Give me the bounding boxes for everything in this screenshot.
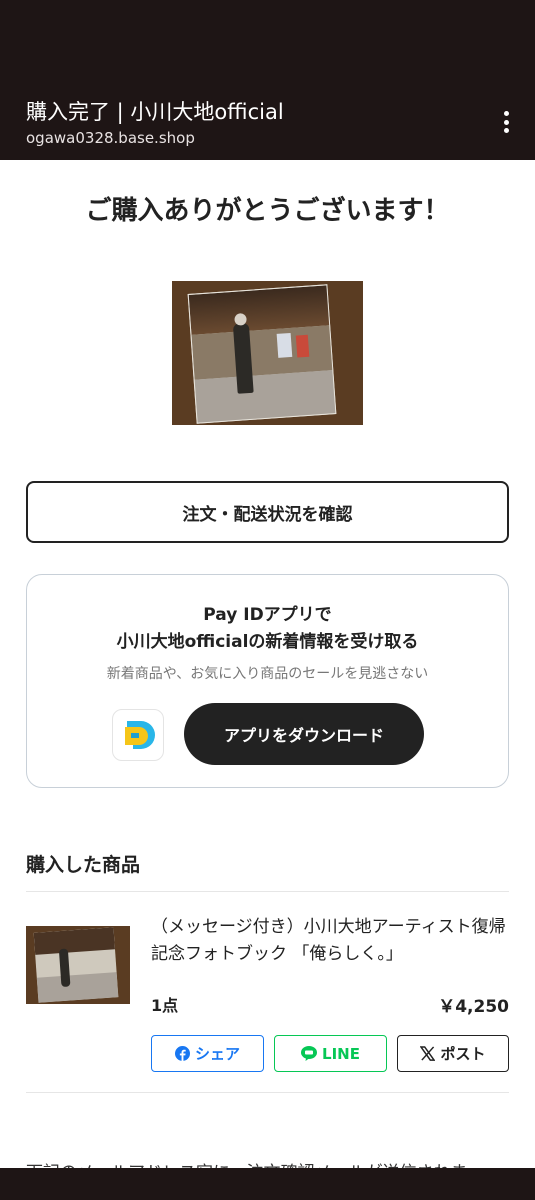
system-nav-bar — [0, 1168, 535, 1200]
product-image — [172, 281, 363, 425]
product-thumbnail[interactable] — [26, 926, 130, 1004]
payid-title-line2: 小川大地officialの新着情報を受け取る — [116, 632, 419, 652]
purchased-section-title: 購入した商品 — [26, 854, 141, 876]
x-post-button[interactable]: ポスト — [397, 1035, 509, 1072]
x-logo-icon — [420, 1046, 436, 1061]
page-title: 購入完了 | 小川大地official — [26, 100, 284, 124]
payid-title-line1: Pay IDアプリで — [203, 605, 332, 625]
divider — [26, 1092, 509, 1093]
divider — [26, 891, 509, 892]
more-menu-icon[interactable] — [493, 106, 519, 138]
payid-subtitle: 新着商品や、お気に入り商品のセールを見逃さない — [106, 666, 429, 682]
x-post-label: ポスト — [440, 1045, 486, 1063]
page: 購入完了 | 小川大地official ogawa0328.base.shop … — [0, 0, 535, 1200]
line-share-label: LINE — [322, 1044, 360, 1063]
product-name[interactable]: （メッセージ付き）小川大地アーティスト復帰記念フォトブック 「俺らしく。」 — [151, 914, 511, 968]
line-share-button[interactable]: LINE — [274, 1035, 387, 1072]
facebook-share-label: シェア — [194, 1045, 240, 1063]
browser-header: 購入完了 | 小川大地official ogawa0328.base.shop — [0, 0, 535, 160]
thanks-heading: ご購入ありがとうございます！ — [85, 196, 450, 226]
product-price: ￥4,250 — [438, 997, 509, 1017]
download-app-button[interactable]: アプリをダウンロード — [184, 703, 424, 765]
facebook-icon — [174, 1046, 190, 1061]
payid-app-icon — [112, 709, 164, 761]
payid-card: Pay IDアプリで 小川大地officialの新着情報を受け取る 新着商品や、… — [26, 574, 509, 788]
order-status-button[interactable]: 注文・配送状況を確認 — [26, 481, 509, 543]
page-domain: ogawa0328.base.shop — [26, 129, 195, 147]
facebook-share-button[interactable]: シェア — [151, 1035, 264, 1072]
line-icon — [301, 1046, 318, 1061]
product-quantity: 1点 — [151, 996, 179, 1015]
